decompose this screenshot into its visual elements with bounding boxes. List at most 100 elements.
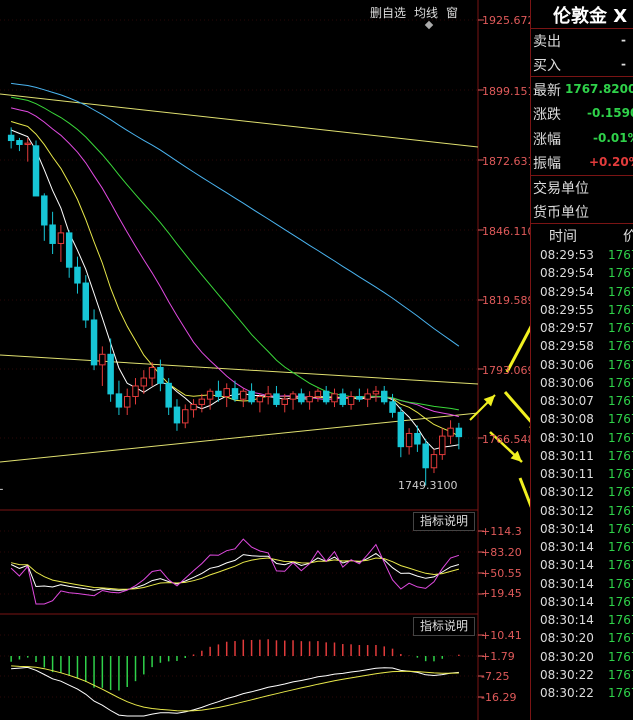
candle-up — [57, 232, 65, 244]
candle-up — [148, 366, 156, 379]
tick-price: 1767 — [608, 284, 633, 299]
candle-up — [372, 390, 380, 395]
tick-price: 1767 — [608, 375, 633, 390]
macd-axis-label: +10.41 — [481, 629, 522, 642]
tick-time: 08:30:08 — [540, 412, 594, 427]
candle-up — [306, 396, 313, 403]
change-pct-value: -0.01% — [593, 131, 633, 145]
tick-row: 08:30:06 1767 — [531, 356, 633, 374]
tick-price: 1767 — [608, 503, 633, 518]
candle-down — [16, 140, 23, 145]
change-value: -0.1590 — [587, 106, 633, 120]
tick-time: 08:29:54 — [540, 284, 594, 299]
tick-time: 08:30:11 — [540, 448, 594, 463]
change-pct-label: 涨幅 — [533, 132, 561, 148]
tick-row: 08:30:22 1767 — [531, 684, 633, 702]
tick-row: 08:29:54 1767 — [531, 264, 633, 282]
trend-line-upper — [0, 93, 479, 148]
tick-time: 08:30:07 — [540, 394, 594, 408]
indicator-help-button-macd[interactable]: 指标说明 — [413, 617, 475, 636]
delete-watchlist-button[interactable]: 删自选 — [368, 4, 408, 22]
macd-axis-label: -16.29 — [481, 691, 517, 704]
tick-time: 08:29:54 — [540, 266, 594, 281]
candle-up — [198, 398, 206, 405]
trade-unit-label: 交易单位 — [533, 181, 589, 197]
tick-row: 08:29:58 1767 — [531, 337, 633, 355]
window-button[interactable]: 窗 — [444, 4, 460, 22]
candle-down — [107, 353, 114, 395]
tick-row: 08:30:07 1767 — [531, 392, 633, 410]
tick-row: 08:30:12 1767 — [531, 483, 633, 501]
candle-down — [7, 134, 15, 142]
tick-time: 08:30:22 — [540, 667, 594, 682]
candle-down — [422, 443, 429, 469]
indicator-help-button-kdj[interactable]: 指标说明 — [413, 512, 475, 531]
tick-price: 1767 — [608, 394, 633, 408]
tick-time: 08:30:20 — [540, 631, 594, 646]
tick-time: 08:29:53 — [540, 248, 594, 262]
tick-time: 08:30:14 — [540, 613, 594, 627]
tick-price: 1767 — [608, 448, 633, 463]
tick-time: 08:30:14 — [540, 558, 594, 573]
candle-up — [190, 403, 197, 411]
buy-value: - — [621, 57, 626, 71]
candle-down — [41, 195, 48, 226]
tick-price: 1767 — [608, 667, 633, 682]
tick-time: 08:30:14 — [540, 521, 594, 536]
kdj-axis-label: +50.55 — [481, 567, 522, 580]
tick-price: 1767 — [608, 485, 633, 500]
tick-time: 08:29:55 — [540, 302, 594, 317]
candle-down — [90, 319, 98, 366]
instrument-title: 伦敦金 X — [553, 6, 628, 27]
tick-row: 08:30:11 1767 — [531, 447, 633, 465]
candlestick-series — [0, 127, 463, 490]
candle-up — [99, 353, 106, 366]
tick-row: 08:30:14 1767 — [531, 538, 633, 556]
candle-down — [82, 282, 89, 321]
candle-up — [430, 454, 438, 469]
kdj-axis-label: +19.45 — [481, 587, 522, 600]
candle-up — [140, 377, 148, 387]
candle-down — [389, 401, 396, 413]
tick-price: 1767 — [608, 339, 633, 354]
tick-time: 08:30:12 — [540, 503, 594, 518]
candle-up — [123, 396, 131, 408]
tick-time: 08:30:22 — [540, 686, 594, 700]
price-axis-label: 1766.548 — [482, 433, 535, 446]
amplitude-label: 振幅 — [533, 156, 561, 172]
tick-price: 1767 — [608, 357, 633, 372]
tick-time: 08:30:12 — [540, 485, 594, 500]
macd-dif-line — [11, 666, 459, 717]
change-label: 涨跌 — [533, 107, 561, 123]
candle-up — [281, 398, 288, 405]
tick-row: 08:29:55 1767 — [531, 301, 633, 319]
price-axis-label: 1846.110 — [482, 225, 535, 238]
candle-down — [339, 393, 347, 405]
tick-price: 1767 — [608, 631, 633, 646]
tick-row: 08:30:22 1767 — [531, 666, 633, 684]
tick-time: 08:30:11 — [540, 467, 594, 481]
tick-row: 08:29:54 1767 — [531, 283, 633, 301]
trend-lines — [0, 93, 479, 463]
tick-row: 08:29:53 1767 — [531, 246, 633, 264]
candle-down — [32, 145, 40, 197]
tick-list[interactable]: 08:29:53176708:29:54176708:29:54176708:2… — [531, 246, 633, 702]
tick-price: 1767 — [608, 613, 633, 627]
tick-row: 08:30:14 1767 — [531, 611, 633, 629]
candle-up — [331, 393, 338, 403]
candle-up — [256, 396, 264, 403]
tick-row: 08:30:08 1767 — [531, 410, 633, 428]
tick-time: 08:30:14 — [540, 594, 594, 609]
candle-up — [439, 435, 446, 456]
tick-row: 08:30:12 1767 — [531, 502, 633, 520]
candle-up — [223, 388, 230, 398]
tick-price: 1767 — [608, 521, 633, 536]
tick-row: 08:30:14 1767 — [531, 575, 633, 593]
tick-time: 08:30:14 — [540, 576, 594, 591]
ma-line-20 — [10, 107, 460, 418]
candle-down — [322, 390, 330, 403]
amplitude-value: +0.20% — [589, 155, 633, 169]
moving-average-button[interactable]: 均线 — [412, 4, 440, 22]
price-axis-label: 1925.672 — [482, 14, 535, 27]
quote-panel: 伦敦金 X 卖出 - 买入 - 最新 1767.8200 涨跌 -0.1590 … — [530, 0, 633, 720]
